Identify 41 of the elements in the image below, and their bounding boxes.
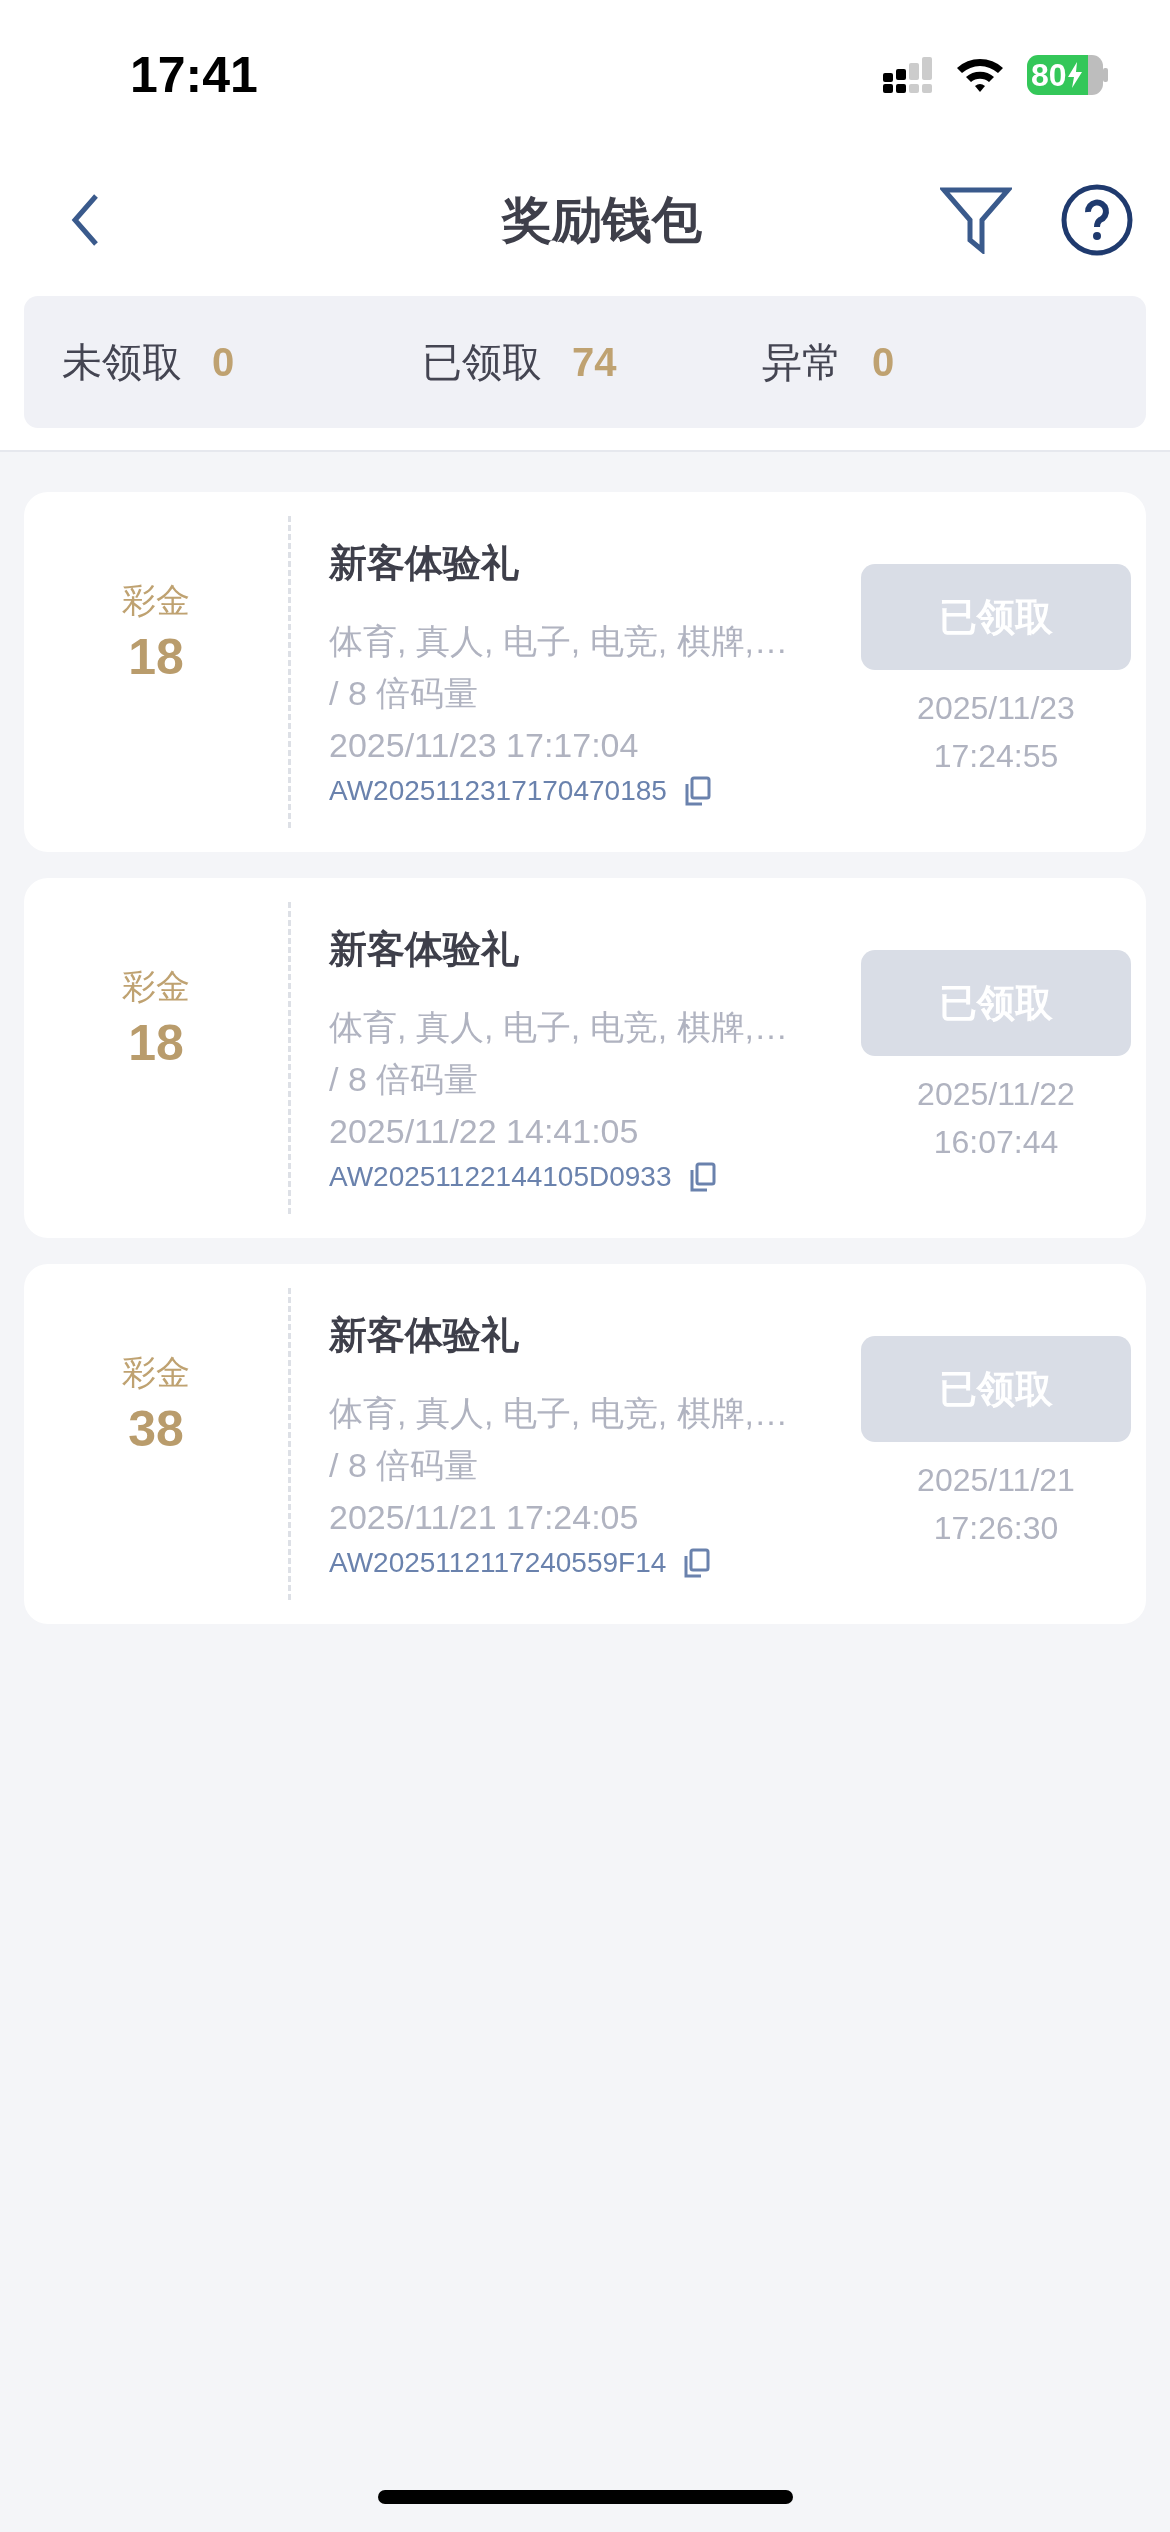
- reward-amount: 18: [128, 1014, 184, 1072]
- stat-count: 0: [872, 339, 895, 385]
- wifi-icon: [955, 56, 1005, 94]
- claim-time: 16:07:44: [933, 1123, 1059, 1162]
- reward-title: 新客体验礼: [329, 926, 520, 972]
- claim-date: 2025/11/23: [917, 689, 1075, 728]
- wager-requirement: / 8 倍码量: [329, 672, 480, 714]
- claim-date: 2025/11/21: [917, 1461, 1075, 1500]
- reward-amount: 38: [128, 1400, 184, 1458]
- reward-code: AW2025112317170470185: [329, 774, 667, 807]
- reward-title: 新客体验礼: [329, 1312, 520, 1358]
- claim-time: 17:26:30: [933, 1509, 1059, 1548]
- stat-label[interactable]: 异常: [762, 334, 842, 390]
- filter-icon[interactable]: [940, 186, 1012, 254]
- stat-count: 0: [212, 339, 235, 385]
- issue-time: 2025/11/21 17:24:05: [329, 1496, 640, 1538]
- reward-type: 彩金: [122, 1352, 190, 1393]
- reward-code: AW20251122144105D0933: [329, 1160, 672, 1193]
- game-categories: 体育, 真人, 电子, 电竞, 棋牌,…: [329, 1392, 790, 1434]
- wager-requirement: / 8 倍码量: [329, 1058, 480, 1100]
- stat-count: 74: [572, 339, 617, 385]
- stat-label[interactable]: 已领取: [422, 334, 542, 390]
- back-button[interactable]: [70, 192, 100, 248]
- reward-code: AW2025112117240559F14: [329, 1546, 667, 1579]
- claim-date: 2025/11/22: [917, 1075, 1075, 1114]
- game-categories: 体育, 真人, 电子, 电竞, 棋牌,…: [329, 620, 790, 662]
- reward-title: 新客体验礼: [329, 540, 520, 586]
- wager-requirement: / 8 倍码量: [329, 1444, 480, 1486]
- game-categories: 体育, 真人, 电子, 电竞, 棋牌,…: [329, 1006, 790, 1048]
- help-icon[interactable]: [1060, 183, 1134, 257]
- claim-time: 17:24:55: [933, 737, 1059, 776]
- status-time: 17:41: [130, 46, 258, 104]
- reward-type: 彩金: [122, 580, 190, 621]
- reward-type: 彩金: [122, 966, 190, 1007]
- page-title: 奖励钱包: [502, 190, 702, 250]
- issue-time: 2025/11/22 14:41:05: [329, 1110, 640, 1152]
- stat-label[interactable]: 未领取: [62, 334, 182, 390]
- copy-icon[interactable]: [682, 1547, 711, 1578]
- signal-icon: [883, 57, 933, 93]
- reward-amount: 18: [128, 628, 184, 686]
- issue-time: 2025/11/23 17:17:04: [329, 724, 640, 766]
